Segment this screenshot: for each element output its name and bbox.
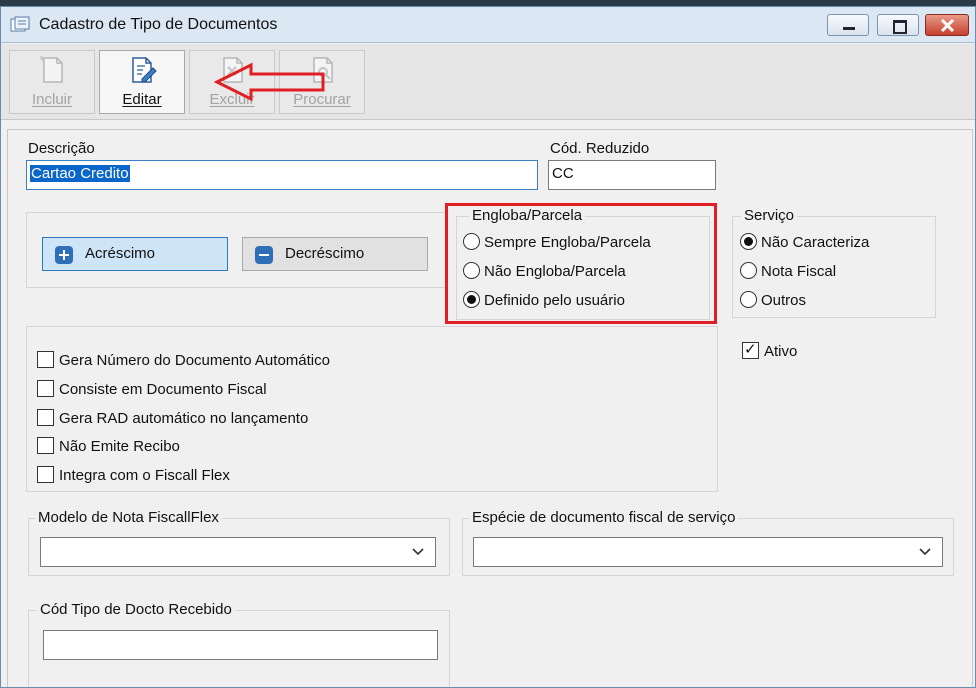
checkbox-gera-numero[interactable]: Gera Número do Documento Automático <box>37 351 330 373</box>
checkbox-integra-fiscall-box <box>37 466 54 484</box>
highlight-box <box>445 203 717 324</box>
checkbox-consiste-fiscal[interactable]: Consiste em Documento Fiscal <box>37 380 267 402</box>
radio-nao-caracteriza-circle <box>740 233 757 251</box>
ativo-checkbox[interactable]: Ativo <box>742 340 798 364</box>
ativo-check-icon <box>742 340 759 360</box>
title-bar[interactable]: Cadastro de Tipo de Documentos <box>1 7 975 43</box>
maximize-button[interactable] <box>877 14 919 36</box>
app-icon <box>10 16 30 32</box>
acrescimo-button[interactable]: Acréscimo <box>42 237 228 271</box>
minus-icon <box>255 246 273 264</box>
close-icon <box>940 18 955 33</box>
cod-tipo-label: Cód Tipo de Docto Recebido <box>37 601 235 618</box>
cod-reduzido-input[interactable]: CC <box>548 160 716 190</box>
checkbox-consiste-fiscal-box <box>37 380 54 398</box>
red-arrow-annotation <box>213 62 325 102</box>
main-window: Cadastro de Tipo de Documentos Incluir E… <box>0 6 976 688</box>
checkbox-integra-fiscall-label: Integra com o Fiscall Flex <box>59 467 230 484</box>
checkbox-integra-fiscall[interactable]: Integra com o Fiscall Flex <box>37 466 230 488</box>
radio-nota-fiscal-circle <box>740 262 757 280</box>
checkbox-gera-numero-label: Gera Número do Documento Automático <box>59 352 330 369</box>
checkbox-nao-emite-recibo-box <box>37 437 54 455</box>
radio-outros-circle <box>740 291 757 309</box>
radio-nao-caracteriza-label: Não Caracteriza <box>761 234 870 251</box>
decrescimo-button[interactable]: Decréscimo <box>242 237 428 271</box>
radio-outros[interactable]: Outros <box>740 291 806 313</box>
modelo-select[interactable] <box>40 537 436 567</box>
cod-tipo-input[interactable] <box>43 630 438 660</box>
incluir-button[interactable]: Incluir <box>9 50 95 114</box>
new-document-icon <box>40 56 63 83</box>
descricao-input[interactable]: Cartao Credito <box>26 160 538 190</box>
descricao-label: Descrição <box>28 140 95 157</box>
checkbox-gera-numero-box <box>37 351 54 369</box>
checkbox-consiste-fiscal-label: Consiste em Documento Fiscal <box>59 381 267 398</box>
editar-button[interactable]: Editar <box>99 50 185 114</box>
ativo-label: Ativo <box>764 343 798 360</box>
toolbar: Incluir Editar Excluir Procurar <box>1 44 975 120</box>
cod-reduzido-value: CC <box>552 165 574 182</box>
radio-outros-label: Outros <box>761 292 807 309</box>
checkbox-gera-rad[interactable]: Gera RAD automático no lançamento <box>37 409 308 431</box>
minimize-button[interactable] <box>827 14 869 36</box>
especie-label: Espécie de documento fiscal de serviço <box>469 509 739 526</box>
checkbox-nao-emite-recibo[interactable]: Não Emite Recibo <box>37 437 180 459</box>
edit-document-icon <box>132 57 157 83</box>
servico-title: Serviço <box>741 207 798 224</box>
checkbox-nao-emite-recibo-label: Não Emite Recibo <box>59 438 180 455</box>
modelo-label: Modelo de Nota FiscallFlex <box>35 509 222 526</box>
radio-nota-fiscal[interactable]: Nota Fiscal <box>740 262 836 284</box>
cod-reduzido-label: Cód. Reduzido <box>550 140 650 157</box>
plus-icon <box>55 246 73 264</box>
radio-nao-caracteriza[interactable]: Não Caracteriza <box>740 233 869 255</box>
window-title: Cadastro de Tipo de Documentos <box>39 16 278 33</box>
especie-select[interactable] <box>473 537 943 567</box>
acrescimo-label: Acréscimo <box>85 245 156 262</box>
descricao-value: Cartao Credito <box>30 165 130 182</box>
editar-label: Editar <box>122 91 162 108</box>
incluir-label: Incluir <box>31 91 72 108</box>
checkbox-gera-rad-box <box>37 409 54 427</box>
form-panel: Descrição Cartao Credito Cód. Reduzido C… <box>7 129 973 687</box>
decrescimo-label: Decréscimo <box>285 245 365 262</box>
chevron-down-icon <box>412 548 424 556</box>
chevron-down-icon <box>919 548 931 556</box>
radio-nota-fiscal-label: Nota Fiscal <box>761 263 837 280</box>
close-button[interactable] <box>925 14 969 36</box>
checkbox-gera-rad-label: Gera RAD automático no lançamento <box>59 410 309 427</box>
